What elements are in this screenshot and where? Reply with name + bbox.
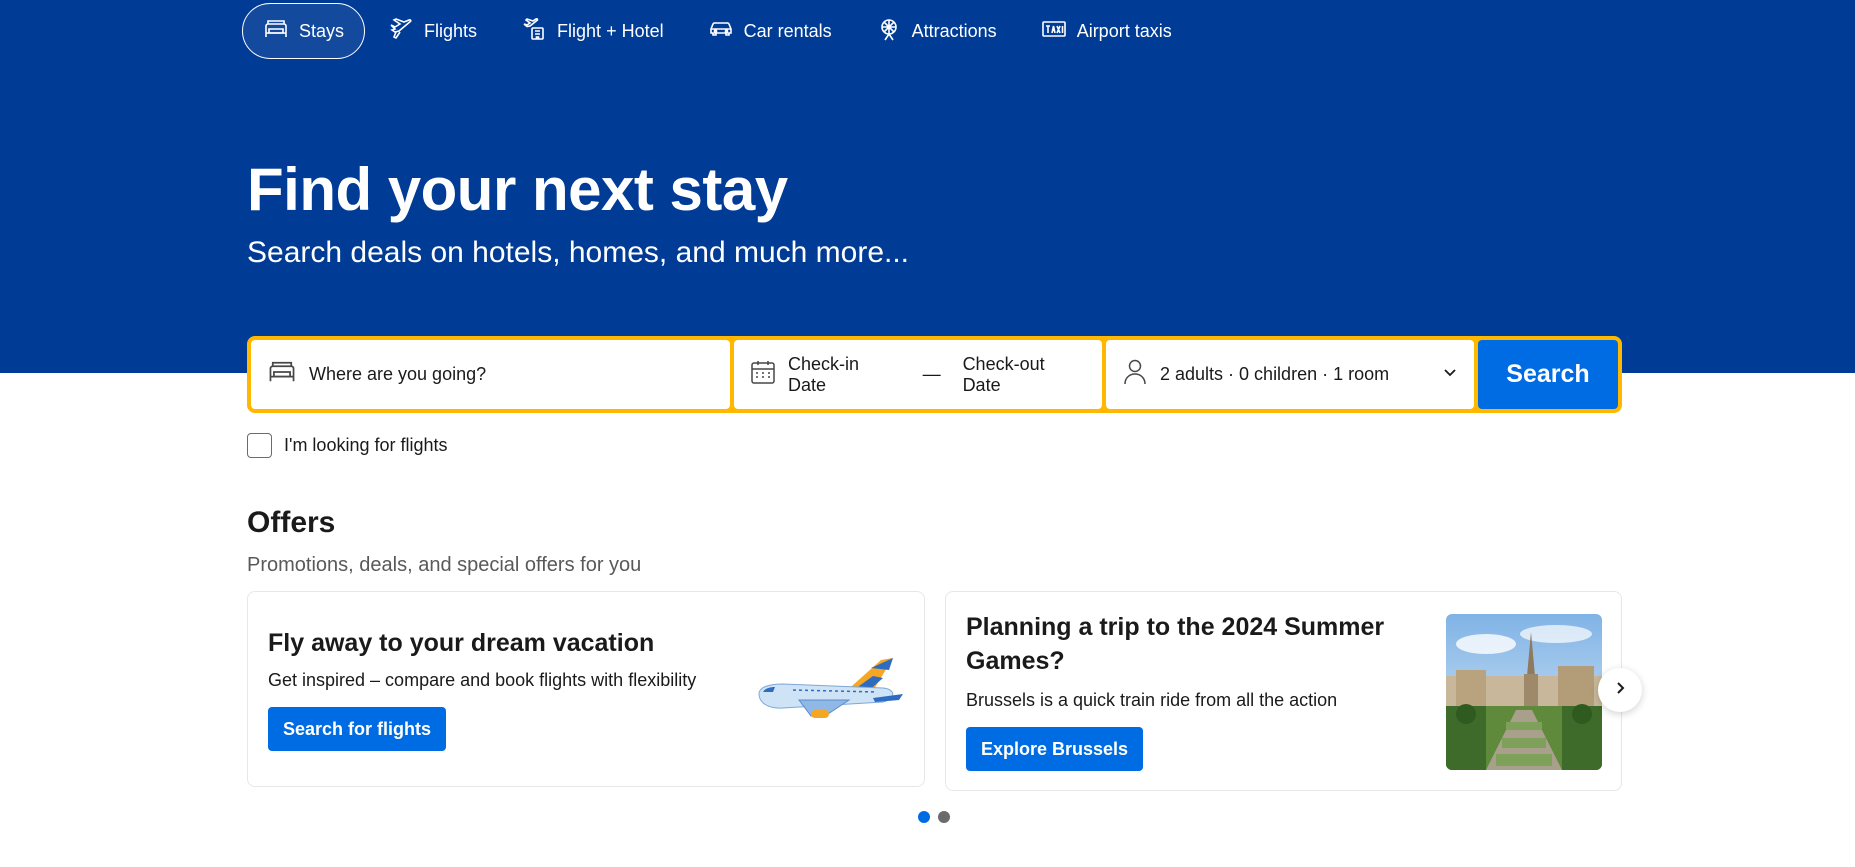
person-icon <box>1122 358 1148 391</box>
offer-card-flights: Fly away to your dream vacation Get insp… <box>247 591 925 787</box>
destination-input[interactable] <box>309 364 714 385</box>
bed-icon <box>263 16 289 47</box>
search-bar: Check-in Date — Check-out Date 2 adults … <box>247 336 1622 413</box>
date-separator: — <box>922 364 941 384</box>
nav-item-attractions[interactable]: Attractions <box>855 3 1018 59</box>
nav-item-label: Flights <box>424 20 478 41</box>
occupancy-summary: 2 adults · 0 children · 1 room <box>1160 364 1390 384</box>
explore-brussels-button[interactable]: Explore Brussels <box>966 727 1144 771</box>
checkin-date[interactable]: Check-in Date <box>788 354 901 396</box>
plane-icon <box>388 16 414 47</box>
bed-icon <box>267 357 297 392</box>
ferris-wheel-icon <box>876 16 902 47</box>
nav-item-flights[interactable]: Flights <box>367 3 498 59</box>
airplane-illustration <box>758 658 903 718</box>
product-nav: Stays Flights Flight + Hotel Car rentals… <box>242 3 1195 59</box>
offer-card-title: Fly away to your dream vacation <box>268 629 655 657</box>
offers-title: Offers <box>247 506 336 539</box>
nav-item-flight-hotel[interactable]: Flight + Hotel <box>500 3 685 59</box>
taxi-icon <box>1041 16 1067 47</box>
carousel-dot-1[interactable] <box>918 811 930 823</box>
offer-card-title: Planning a trip to the 2024 Summer Games… <box>966 613 1385 675</box>
page-title: Find your next stay <box>247 156 788 223</box>
carousel-pagination <box>918 811 950 823</box>
brussels-photo <box>1446 614 1602 770</box>
offers-subtitle: Promotions, deals, and special offers fo… <box>247 554 642 576</box>
chevron-down-icon <box>1442 364 1458 385</box>
destination-field[interactable] <box>251 340 730 409</box>
search-button[interactable]: Search <box>1478 340 1618 409</box>
nav-item-car-rentals[interactable]: Car rentals <box>687 3 853 59</box>
page-subtitle: Search deals on hotels, homes, and much … <box>247 236 910 269</box>
plane-hotel-icon <box>521 16 547 47</box>
checkout-date[interactable]: Check-out Date <box>963 354 1086 396</box>
nav-item-label: Stays <box>299 20 345 41</box>
flights-checkbox[interactable] <box>247 433 272 458</box>
car-icon <box>708 16 734 47</box>
flights-checkbox-label: I'm looking for flights <box>284 435 448 455</box>
calendar-icon <box>750 359 776 390</box>
nav-item-stays[interactable]: Stays <box>242 3 366 59</box>
flights-checkbox-row[interactable]: I'm looking for flights <box>247 433 448 458</box>
nav-item-airport-taxis[interactable]: Airport taxis <box>1020 3 1193 59</box>
occupancy-field[interactable]: 2 adults · 0 children · 1 room <box>1106 340 1474 409</box>
offer-card-text: Brussels is a quick train ride from all … <box>966 690 1338 710</box>
nav-item-label: Airport taxis <box>1076 20 1172 41</box>
nav-item-label: Attractions <box>911 20 997 41</box>
carousel-dot-2[interactable] <box>938 811 950 823</box>
nav-item-label: Car rentals <box>743 20 832 41</box>
date-picker-field[interactable]: Check-in Date — Check-out Date <box>734 340 1102 409</box>
offer-card-brussels: Planning a trip to the 2024 Summer Games… <box>945 591 1622 791</box>
nav-item-label: Flight + Hotel <box>557 20 664 41</box>
offer-card-text: Get inspired – compare and book flights … <box>268 670 697 690</box>
carousel-next-button[interactable] <box>1598 668 1642 712</box>
hero-banner: Stays Flights Flight + Hotel Car rentals… <box>0 0 1855 373</box>
chevron-right-icon <box>1613 681 1627 700</box>
search-for-flights-button[interactable]: Search for flights <box>268 707 447 751</box>
